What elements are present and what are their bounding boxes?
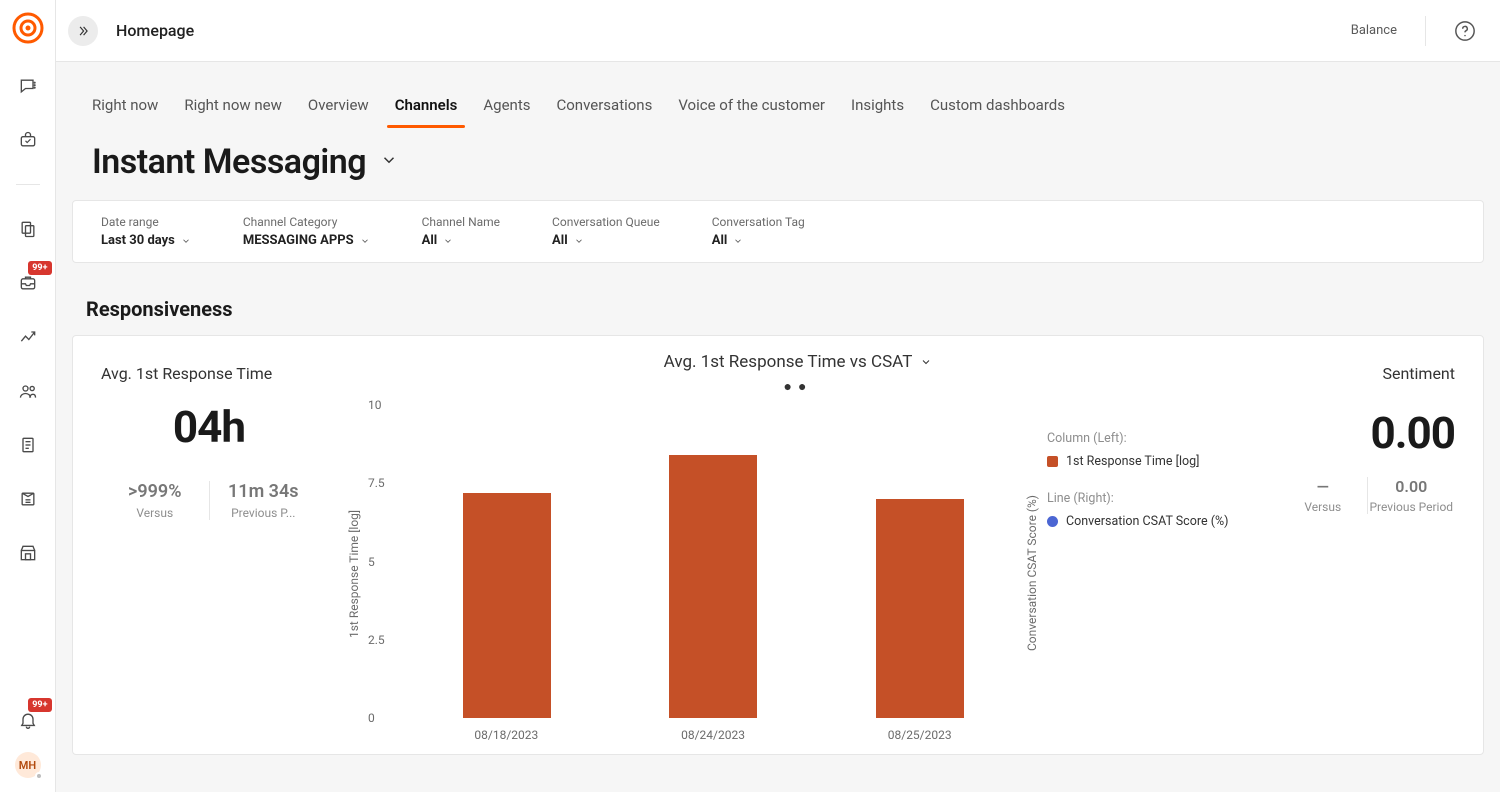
filter-value: All — [422, 233, 438, 248]
breadcrumb[interactable]: Homepage — [116, 21, 194, 40]
filter-value: All — [552, 233, 568, 248]
chevron-down-icon — [181, 236, 191, 246]
filter-value: MESSAGING APPS — [243, 233, 354, 248]
kpi-previous-label: Previous P... — [210, 506, 318, 520]
chart-bar[interactable] — [876, 499, 964, 718]
chart-y-right-label: Conversation CSAT Score (%) — [1023, 405, 1041, 742]
kpi-avg-first-response: Avg. 1st Response Time 04h >999% Versus … — [73, 336, 333, 754]
nav-notes-icon[interactable] — [14, 431, 42, 459]
chart-xtick: 08/24/2023 — [610, 718, 817, 742]
inbox-badge: 99+ — [28, 261, 51, 275]
chart-bar[interactable] — [669, 455, 757, 718]
chevron-down-icon — [360, 236, 370, 246]
legend-swatch-csat — [1047, 516, 1058, 527]
chart-plot-area: 02.557.510 — [363, 405, 1023, 718]
chart-xtick: 08/25/2023 — [816, 718, 1023, 742]
chart-xtick: 08/18/2023 — [403, 718, 610, 742]
kpi-value: 04h — [101, 401, 317, 453]
chart-response-vs-csat: Avg. 1st Response Time vs CSAT ●● 1st Re… — [333, 336, 1263, 754]
page-title: Instant Messaging — [92, 142, 366, 182]
help-icon[interactable] — [1454, 20, 1476, 42]
notifications-badge: 99+ — [28, 698, 51, 712]
filter-label: Date range — [101, 215, 191, 229]
sentiment-value: 0.00 — [1279, 407, 1455, 459]
chart-ytick: 0 — [368, 711, 375, 725]
left-nav-rail: 99+ 99+ MH — [0, 0, 56, 792]
presence-dot — [35, 772, 43, 780]
filter-label: Conversation Tag — [712, 215, 805, 229]
chart-legend: Column (Left): 1st Response Time [log] L… — [1041, 405, 1251, 742]
sentiment-previous-label: Previous Period — [1368, 500, 1456, 514]
tab-insights[interactable]: Insights — [851, 96, 904, 128]
top-bar: Homepage Balance — [56, 0, 1500, 62]
chevron-down-icon — [443, 236, 453, 246]
chart-ytick: 5 — [368, 555, 375, 569]
chart-bar[interactable] — [463, 493, 551, 718]
tab-voc[interactable]: Voice of the customer — [678, 96, 825, 128]
nav-analytics-icon[interactable] — [14, 323, 42, 351]
sentiment-previous-value: 0.00 — [1368, 477, 1456, 496]
tab-conversations[interactable]: Conversations — [556, 96, 652, 128]
chart-pagination-dots[interactable]: ●● — [345, 378, 1251, 395]
kpi-previous-value: 11m 34s — [210, 481, 318, 502]
tab-agents[interactable]: Agents — [483, 96, 530, 128]
kpi-versus-label: Versus — [101, 506, 209, 520]
sentiment-versus-delta: — — [1279, 477, 1367, 496]
user-avatar[interactable]: MH — [15, 752, 41, 778]
tab-channels[interactable]: Channels — [395, 96, 458, 128]
filter-channel-name[interactable]: Channel Name All — [422, 215, 500, 248]
nav-duplicate-icon[interactable] — [14, 215, 42, 243]
sentiment-title: Sentiment — [1279, 364, 1455, 383]
filter-label: Channel Category — [243, 215, 370, 229]
filter-label: Conversation Queue — [552, 215, 660, 229]
sentiment-versus-label: Versus — [1279, 500, 1367, 514]
chevron-down-icon — [733, 236, 743, 246]
nav-notifications-icon[interactable]: 99+ — [14, 706, 42, 734]
nav-store-icon[interactable] — [14, 539, 42, 567]
kpi-sentiment: Sentiment 0.00 — Versus 0.00 Previous Pe… — [1263, 336, 1483, 754]
avatar-initials: MH — [19, 759, 36, 772]
nav-conversations-icon[interactable] — [14, 72, 42, 100]
secondary-tabs: Right now Right now new Overview Channels Ag… — [72, 62, 1484, 128]
chart-ytick: 2.5 — [368, 633, 385, 647]
nav-people-icon[interactable] — [14, 377, 42, 405]
tab-custom[interactable]: Custom dashboards — [930, 96, 1065, 128]
filter-value: All — [712, 233, 728, 248]
chart-ytick: 7.5 — [368, 476, 385, 490]
kpi-title: Avg. 1st Response Time — [101, 364, 317, 383]
nav-toolbox-icon[interactable] — [14, 126, 42, 154]
app-logo[interactable] — [12, 12, 44, 44]
filter-conversation-tag[interactable]: Conversation Tag All — [712, 215, 805, 248]
legend-right-heading: Line (Right): — [1047, 491, 1245, 506]
expand-sidebar-button[interactable] — [68, 16, 98, 46]
section-title-responsiveness: Responsiveness — [72, 263, 1484, 335]
filter-date-range[interactable]: Date range Last 30 days — [101, 215, 191, 248]
filter-value: Last 30 days — [101, 233, 175, 248]
chart-title: Avg. 1st Response Time vs CSAT — [664, 352, 913, 372]
chart-y-left-label: 1st Response Time [log] — [345, 405, 363, 742]
filter-conversation-queue[interactable]: Conversation Queue All — [552, 215, 660, 248]
chart-ytick: 10 — [368, 398, 382, 412]
filter-bar: Date range Last 30 days Channel Category… — [72, 200, 1484, 263]
chevron-down-icon — [574, 236, 584, 246]
tab-right-now-new[interactable]: Right now new — [184, 96, 282, 128]
legend-right-item: Conversation CSAT Score (%) — [1066, 514, 1229, 529]
filter-label: Channel Name — [422, 215, 500, 229]
responsiveness-cards: Avg. 1st Response Time 04h >999% Versus … — [72, 335, 1484, 755]
nav-reports-icon[interactable] — [14, 485, 42, 513]
legend-left-heading: Column (Left): — [1047, 431, 1245, 446]
tab-overview[interactable]: Overview — [308, 96, 369, 128]
nav-separator — [16, 184, 40, 185]
legend-swatch-bar — [1047, 456, 1058, 467]
tab-right-now[interactable]: Right now — [92, 96, 158, 128]
page-title-dropdown[interactable] — [380, 151, 398, 173]
kpi-versus-delta: >999% — [101, 481, 209, 502]
filter-channel-category[interactable]: Channel Category MESSAGING APPS — [243, 215, 370, 248]
balance-link[interactable]: Balance — [1351, 16, 1426, 46]
chart-dropdown-icon[interactable] — [920, 356, 932, 368]
nav-inbox-icon[interactable]: 99+ — [14, 269, 42, 297]
legend-left-item: 1st Response Time [log] — [1066, 454, 1199, 469]
